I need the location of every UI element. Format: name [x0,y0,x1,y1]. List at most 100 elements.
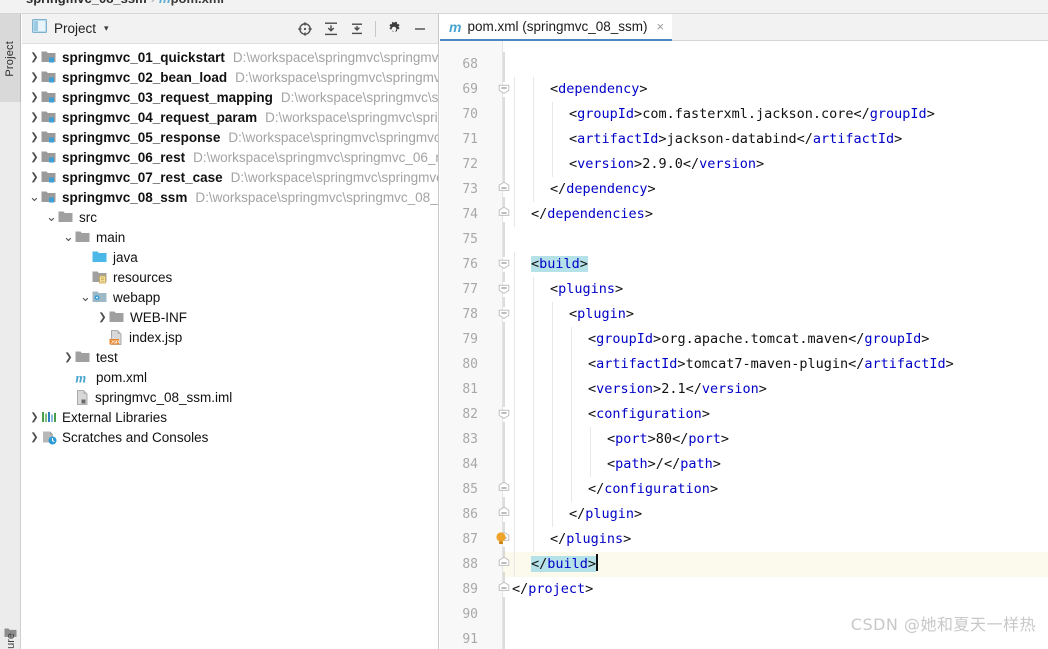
tree-row[interactable]: ⌄ src [22,207,438,227]
expand-all-icon[interactable] [319,17,343,41]
code-line[interactable]: 78 <plugin> [440,302,1048,327]
tree-row[interactable]: ❯ springmvc_07_rest_case D:\workspace\spri… [22,167,438,187]
fold-collapse-icon[interactable] [496,77,512,102]
code-line[interactable]: 86 </plugin> [440,502,1048,527]
code-line[interactable]: 71 <artifactId>jackson-databind</artifact… [440,127,1048,152]
chevron-right-icon[interactable]: ❯ [28,67,41,87]
fold-end-icon[interactable] [496,202,512,227]
code-line[interactable]: 83 <port>80</port> [440,427,1048,452]
tree-row[interactable]: ❯ springmvc_02_bean_load D:\workspace\spri… [22,67,438,87]
code-line[interactable]: 74 </dependencies> [440,202,1048,227]
code-editor[interactable]: </dependency> 68 69 <dependency> 70 <groupId>… [440,41,1048,649]
scratches-icon [41,430,57,445]
code-line-text: <version>2.1</version> [588,381,767,397]
hide-icon[interactable] [408,17,432,41]
code-line[interactable]: 80 <artifactId>tomcat7-maven-plugin</arti… [440,352,1048,377]
fold-end-icon[interactable] [496,577,512,602]
code-line[interactable]: 87 </plugins> [440,527,1048,552]
code-line[interactable]: 75 [440,227,1048,252]
tree-row[interactable]: ⌄ springmvc_08_ssm D:\workspace\springmvc\… [22,187,438,207]
line-number: 77 [462,282,478,297]
chevron-right-icon[interactable]: ❯ [28,107,41,127]
chevron-right-icon[interactable]: ❯ [62,347,75,367]
tree-row[interactable]: springmvc_08_ssm.iml [22,387,438,407]
code-line[interactable]: 79 <groupId>org.apache.tomcat.maven</grou… [440,327,1048,352]
code-line-partial: </dependency> [440,41,1048,52]
breadcrumb[interactable]: springmvc_08_ssm › mpom.xml [26,0,224,6]
tree-row[interactable]: java [22,247,438,267]
chevron-right-icon[interactable]: ❯ [96,307,109,327]
tree-row[interactable]: ❯ External Libraries [22,407,438,427]
code-line-text: <dependency> [550,81,648,97]
webapp-root-icon [92,290,108,304]
code-line[interactable]: 69 <dependency> [440,77,1048,102]
tree-row[interactable]: JSP index.jsp [22,327,438,347]
chevron-down-icon[interactable]: ⌄ [62,227,75,247]
chevron-right-icon[interactable]: ❯ [28,407,41,427]
chevron-right-icon[interactable]: ❯ [28,87,41,107]
module-icon [41,150,57,164]
chevron-down-icon[interactable]: ⌄ [45,207,58,227]
tree-row[interactable]: ❯ springmvc_04_request_param D:\workspace\… [22,107,438,127]
fold-collapse-icon[interactable] [496,277,512,302]
tree-row[interactable]: ❯ springmvc_06_rest D:\workspace\springmvc… [22,147,438,167]
tree-row[interactable]: ⌄ webapp [22,287,438,307]
chevron-down-icon[interactable]: ⌄ [79,287,92,307]
fold-collapse-icon[interactable] [496,402,512,427]
sidebar-item-structure[interactable]: ure [0,615,21,649]
code-line[interactable]: 81 <version>2.1</version> [440,377,1048,402]
gear-icon[interactable] [382,17,406,41]
line-number: 72 [462,157,478,172]
tree-row[interactable]: ❯ test [22,347,438,367]
select-opened-file-icon[interactable] [293,17,317,41]
chevron-right-icon[interactable]: ❯ [28,127,41,147]
tree-row[interactable]: ❯ WEB-INF [22,307,438,327]
code-line[interactable]: 70 <groupId>com.fasterxml.jackson.core</g… [440,102,1048,127]
code-line[interactable]: 76 <build> [440,252,1048,277]
code-line-text: </configuration> [588,481,719,497]
tree-row[interactable]: resources [22,267,438,287]
breadcrumb-project[interactable]: springmvc_08_ssm [26,0,147,6]
code-line[interactable]: 77 <plugins> [440,277,1048,302]
code-line[interactable]: 73 </dependency> [440,177,1048,202]
fold-end-icon[interactable] [496,477,512,502]
fold-end-icon[interactable] [496,552,512,577]
tree-row[interactable]: ❯ Scratches and Consoles [22,427,438,447]
tab-pom-xml[interactable]: m pom.xml (springmvc_08_ssm) × [440,14,673,41]
line-number: 78 [462,307,478,322]
code-line[interactable]: 82 <configuration> [440,402,1048,427]
left-tool-strip: Project ure [0,14,21,649]
fold-collapse-icon[interactable] [496,252,512,277]
code-line[interactable]: 89 </project> [440,577,1048,602]
chevron-right-icon[interactable]: ❯ [28,47,41,67]
tree-row[interactable]: ❯ springmvc_01_quickstart D:\workspace\spr… [22,47,438,67]
tree-row-label: pom.xml [96,369,148,385]
tree-row[interactable]: ❯ springmvc_05_response D:\workspace\sprin… [22,127,438,147]
project-tree[interactable]: ❯ springmvc_01_quickstart D:\workspace\spr… [22,44,438,447]
chevron-down-icon[interactable]: ⌄ [28,187,41,207]
close-icon[interactable]: × [657,19,665,34]
line-number: 76 [462,257,478,272]
tree-row[interactable]: m pom.xml [22,367,438,387]
code-line[interactable]: 84 <path>/</path> [440,452,1048,477]
sidebar-item-project[interactable]: Project [0,14,21,102]
tree-row[interactable]: ❯ springmvc_03_request_mapping D:\workspac… [22,87,438,107]
code-line[interactable]: 85 </configuration> [440,477,1048,502]
collapse-all-icon[interactable] [345,17,369,41]
code-line[interactable]: 88 </build> [440,552,1048,577]
line-number: 69 [462,82,478,97]
chevron-down-icon[interactable]: ▾ [104,23,109,34]
svg-text:JSP: JSP [110,339,119,344]
tree-row[interactable]: ⌄ main [22,227,438,247]
breadcrumb-file[interactable]: pom.xml [171,0,224,6]
chevron-right-icon[interactable]: ❯ [28,427,41,447]
fold-end-icon[interactable] [496,177,512,202]
chevron-right-icon[interactable]: ❯ [28,147,41,167]
fold-collapse-icon[interactable] [496,302,512,327]
code-line[interactable]: 72 <version>2.9.0</version> [440,152,1048,177]
folder-icon [75,350,91,364]
chevron-right-icon[interactable]: ❯ [28,167,41,187]
code-line[interactable]: 68 [440,52,1048,77]
fold-end-icon[interactable] [496,502,512,527]
